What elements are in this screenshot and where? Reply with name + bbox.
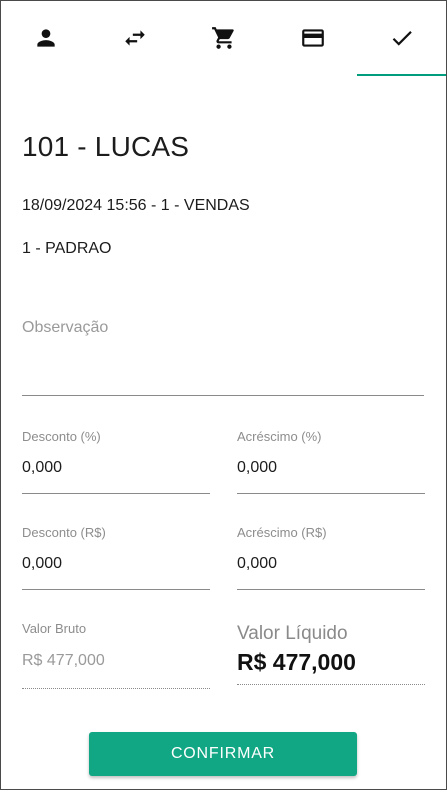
observation-input[interactable] — [22, 309, 424, 395]
field-underline — [237, 493, 425, 494]
gross-value: R$ 477,000 — [22, 652, 105, 669]
surcharge-amount-label: Acréscimo (R$) — [237, 525, 327, 540]
price-table: 1 - PADRAO — [22, 240, 112, 257]
tab-confirm[interactable] — [357, 1, 446, 77]
field-underline — [237, 589, 425, 590]
order-confirmation-screen: 101 - LUCAS 18/09/2024 15:56 - 1 - VENDA… — [0, 0, 447, 790]
discount-amount-field: Desconto (R$) — [22, 525, 210, 590]
field-dotted-underline — [22, 688, 210, 689]
net-value-field: Valor Líquido R$ 477,000 — [237, 623, 425, 685]
discount-amount-input[interactable] — [22, 553, 210, 575]
field-dotted-underline — [237, 684, 425, 685]
discount-amount-label: Desconto (R$) — [22, 525, 106, 540]
net-value-label: Valor Líquido — [237, 623, 348, 644]
net-value: R$ 477,000 — [237, 649, 356, 675]
customer-title: 101 - LUCAS — [22, 131, 190, 162]
tab-exchange[interactable] — [90, 1, 179, 77]
check-icon — [392, 31, 412, 46]
gross-value-label: Valor Bruto — [22, 621, 87, 636]
discount-percent-field: Desconto (%) — [22, 429, 210, 494]
field-underline — [22, 589, 210, 590]
gross-value-field: Valor Bruto R$ 477,000 — [22, 621, 210, 689]
confirm-button[interactable]: CONFIRMAR — [89, 732, 357, 776]
observation-field — [22, 309, 424, 396]
field-underline — [22, 493, 210, 494]
surcharge-percent-field: Acréscimo (%) — [237, 429, 425, 494]
credit-card-icon — [301, 29, 324, 47]
step-tab-bar — [1, 1, 446, 77]
swap-arrows-icon — [124, 30, 145, 46]
surcharge-percent-input[interactable] — [237, 457, 425, 479]
discount-percent-input[interactable] — [22, 457, 210, 479]
tab-customer[interactable] — [1, 1, 90, 77]
tab-cart[interactable] — [179, 1, 268, 77]
cart-icon — [211, 27, 234, 49]
order-info: 18/09/2024 15:56 - 1 - VENDAS — [22, 197, 250, 214]
discount-percent-label: Desconto (%) — [22, 429, 101, 444]
person-icon — [36, 29, 55, 47]
surcharge-amount-field: Acréscimo (R$) — [237, 525, 425, 590]
tab-payment[interactable] — [268, 1, 357, 77]
surcharge-percent-label: Acréscimo (%) — [237, 429, 322, 444]
surcharge-amount-input[interactable] — [237, 553, 425, 575]
